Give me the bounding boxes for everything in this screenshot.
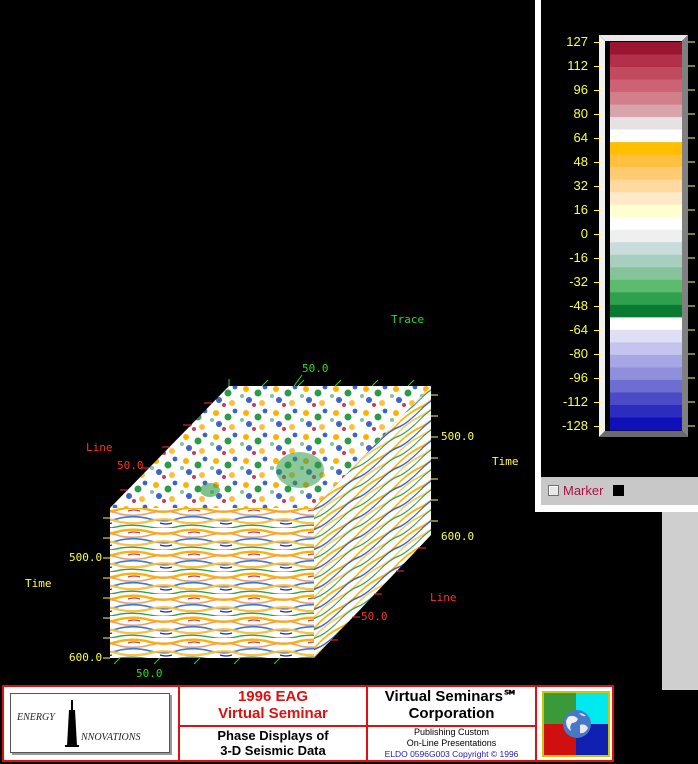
colorbar-tick-mark <box>594 402 602 403</box>
colorbar-tick-label: -128 <box>561 418 588 433</box>
colorbar-tick-mark <box>594 378 602 379</box>
colorbar-swatch <box>610 379 682 394</box>
virtual-seminars-logo <box>542 691 610 757</box>
colorbar-tick-mark <box>594 90 602 91</box>
colorbar-swatch <box>610 342 682 356</box>
time-tick-right-600: 600.0 <box>441 530 475 543</box>
colorbar-swatch <box>610 329 682 343</box>
colorbar-swatch <box>610 79 682 93</box>
cube-front-face <box>110 508 314 658</box>
colorbar-swatch <box>610 92 682 106</box>
time-tick-left-600: 600.0 <box>69 651 103 664</box>
colorbar-swatch <box>610 367 682 381</box>
colorbar-tick-label: -32 <box>569 274 588 289</box>
derrick-icon <box>65 700 79 747</box>
colorbar-tick-mark <box>594 234 602 235</box>
colorbar-tick-mark <box>594 210 602 211</box>
colorbar-tick-mark <box>594 186 602 187</box>
trace-tick-bottom: 50.0 <box>136 667 163 680</box>
company-line-2: Corporation <box>408 705 495 722</box>
company-line-1: Virtual Seminars℠ <box>384 688 519 705</box>
colorbar-swatch <box>610 392 682 406</box>
colorbar-tick-mark <box>594 162 602 163</box>
globe-icon <box>563 710 591 738</box>
colorbar-swatch <box>610 404 682 419</box>
colorbar-swatch <box>610 42 682 56</box>
colorbar-tick-label: -64 <box>569 322 588 337</box>
grey-strip <box>662 512 698 690</box>
colorbar-swatch <box>610 417 682 431</box>
colorbar-swatch <box>610 354 682 369</box>
colorbar-tick-label: -96 <box>569 370 588 385</box>
footer-banner: ENERGY NNOVATIONS 1996 EAG Virtual Semin… <box>2 685 614 762</box>
colorbar-swatch <box>610 192 682 206</box>
colorbar-tick-label: 32 <box>573 178 588 193</box>
energy-innovations-logo: ENERGY NNOVATIONS <box>10 693 170 753</box>
colorbar-tick-label: 96 <box>573 82 588 97</box>
colorbar-swatch <box>610 242 682 256</box>
event-year: 1996 EAG <box>237 688 309 705</box>
line-axis-label-left: Line <box>86 441 113 454</box>
colorbar-tick-label: 80 <box>573 106 588 121</box>
trace-tick-top: 50.0 <box>302 362 329 375</box>
colorbar-swatch <box>610 154 682 168</box>
colorbar-tick-mark <box>594 306 602 307</box>
colorbar-tick-label: 112 <box>567 58 588 73</box>
colorbar-swatch <box>610 204 682 218</box>
colorbar-swatch <box>610 229 682 243</box>
colorbar-tick-mark <box>594 426 602 427</box>
line-axis-label-right: Line <box>430 591 457 604</box>
trace-axis-label: Trace <box>391 313 425 326</box>
title-line-1: Phase Displays of <box>217 728 329 743</box>
colorbar-tick-label: 0 <box>580 226 588 241</box>
tagline-1: Publishing Custom <box>413 727 490 737</box>
colorbar-swatch <box>610 217 682 231</box>
colorbar-swatch <box>610 142 682 156</box>
colorbar-tick-label: 64 <box>573 130 588 145</box>
colorbar-swatch <box>610 279 682 293</box>
colorbar-swatch <box>610 104 682 118</box>
colorbar-swatch <box>610 167 682 181</box>
copyright: ELDO 0596G003 Copyright © 1996 <box>384 749 519 759</box>
colorbar-swatch <box>610 292 682 306</box>
seismic-cube <box>103 374 438 665</box>
colorbar-tick-label: 48 <box>573 154 588 169</box>
colorbar-tick-mark <box>594 330 602 331</box>
colorbar-swatch <box>610 129 682 143</box>
colorbar-tick-mark <box>594 354 602 355</box>
line-tick-top-left: 50.0 <box>117 459 144 472</box>
title-line-2: 3-D Seismic Data <box>220 743 326 758</box>
time-axis-label-left: Time <box>25 577 52 590</box>
line-tick-right-50: 50.0 <box>361 610 388 623</box>
time-axis-label-right: Time <box>492 455 519 468</box>
colorbar-swatch <box>610 267 682 281</box>
colorbar-tick-label: 16 <box>573 202 588 217</box>
time-tick-left-500: 500.0 <box>69 551 103 564</box>
tagline-2: On-Line Presentations <box>406 738 497 748</box>
colorbar-tick-mark <box>594 282 602 283</box>
colorbar-tick-mark <box>594 42 602 43</box>
colorbar-tick-label: -80 <box>569 346 588 361</box>
marker-color-swatch[interactable] <box>613 485 624 496</box>
time-tick-right-500: 500.0 <box>441 430 475 443</box>
colorbar-tick-label: 127 <box>566 34 588 49</box>
marker-checkbox[interactable] <box>548 485 559 496</box>
event-name: Virtual Seminar <box>218 705 328 722</box>
marker-label: Marker <box>563 483 604 498</box>
colorbar-swatch <box>610 304 682 318</box>
colorbar-tick-mark <box>594 258 602 259</box>
colorbar-tick-mark <box>594 66 602 67</box>
colorbar-tick-label: -112 <box>562 394 588 409</box>
colorbar-swatch <box>610 54 682 68</box>
colorbar-swatch <box>610 117 682 131</box>
colorbar-tick-label: -48 <box>569 298 588 313</box>
marker-row: Marker <box>541 477 698 505</box>
colorbar-swatch <box>610 254 682 268</box>
colorbar-swatch <box>610 179 682 193</box>
colorbar-swatch <box>610 67 682 81</box>
colorbar-tick-label: -16 <box>569 250 588 265</box>
colorbar-tick-mark <box>594 114 602 115</box>
colorbar-tick-mark <box>594 138 602 139</box>
colorbar-swatch <box>610 317 682 331</box>
